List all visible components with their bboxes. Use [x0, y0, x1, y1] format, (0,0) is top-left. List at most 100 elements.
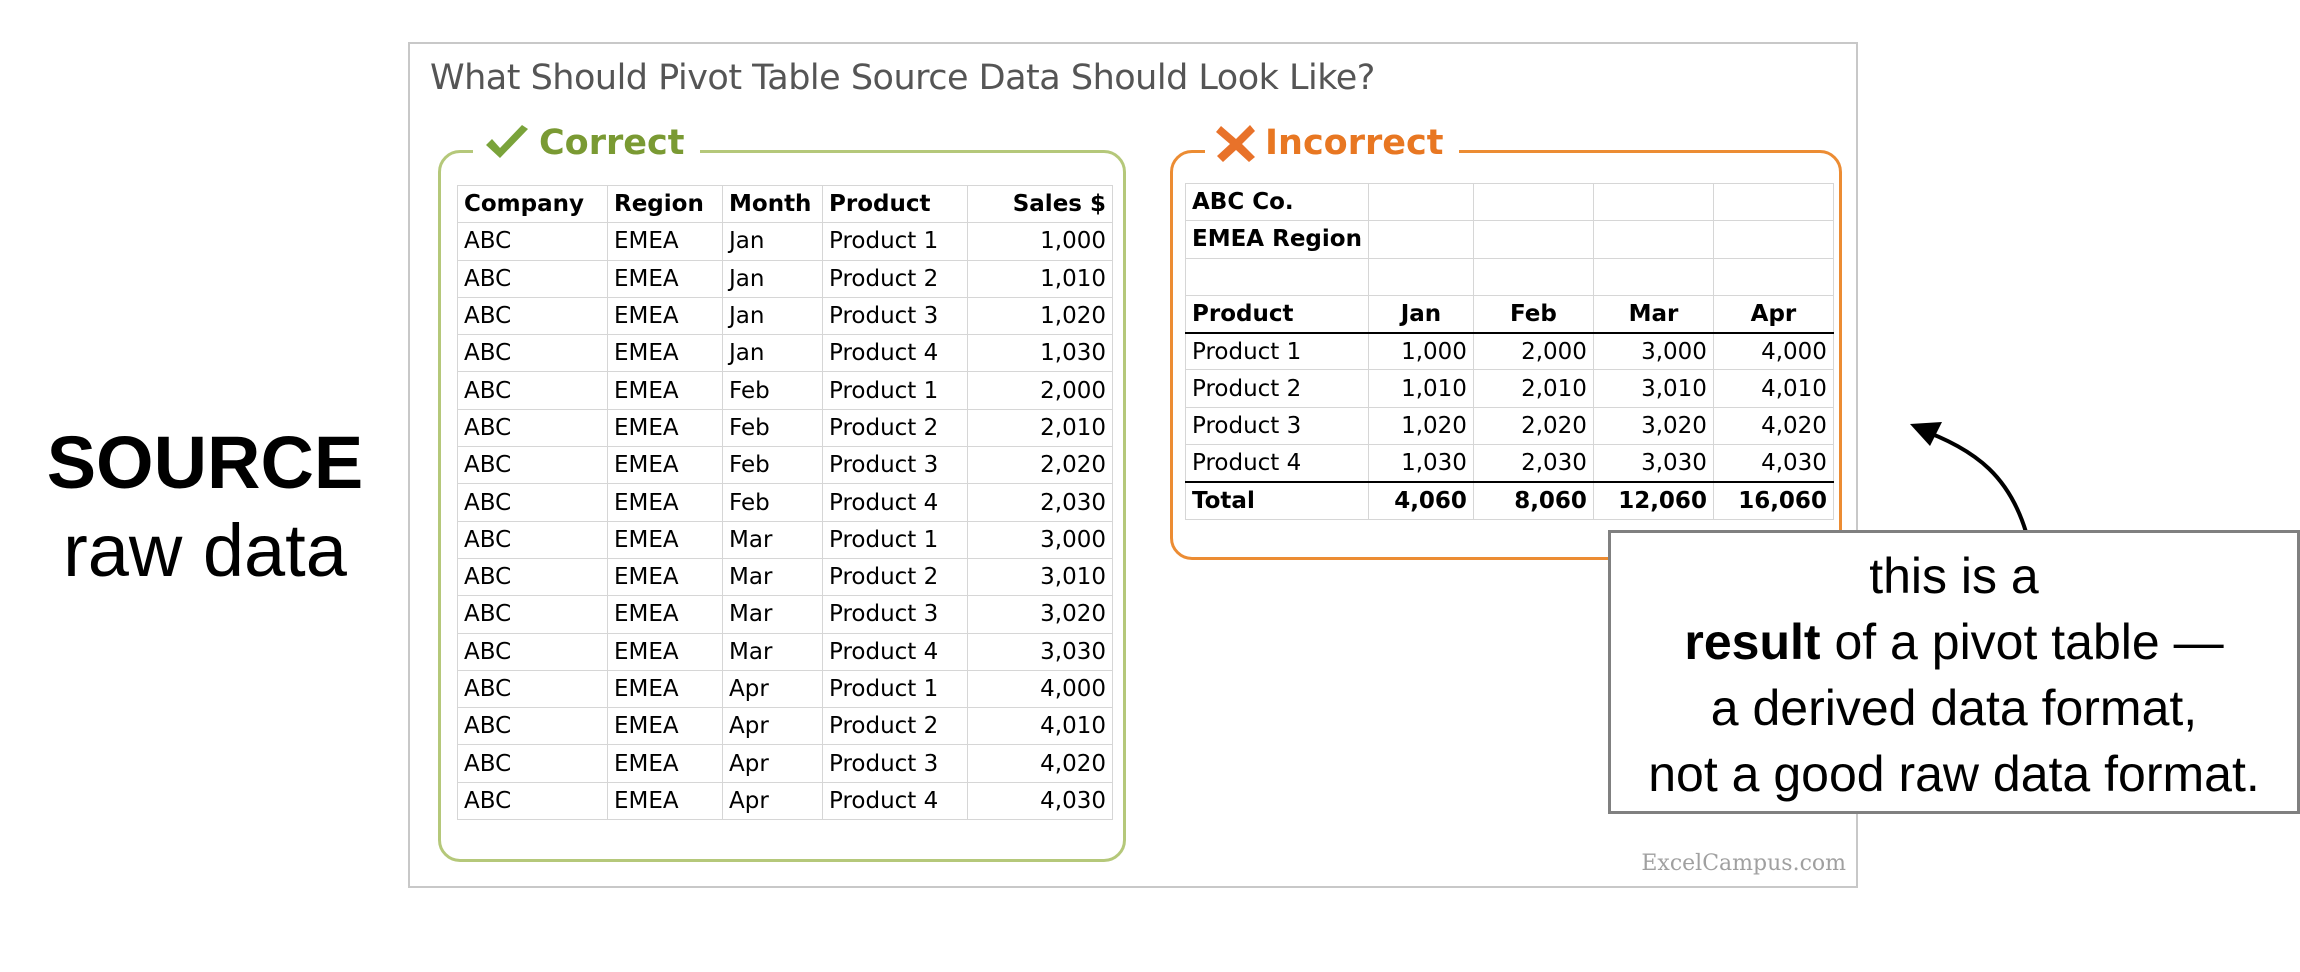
- table-cell: ABC: [457, 446, 608, 485]
- table-cell: Jan: [722, 334, 823, 373]
- column-header: Month: [722, 184, 823, 224]
- column-header: Apr: [1712, 294, 1834, 334]
- table-cell: Product 2: [822, 408, 968, 448]
- table-cell: ABC: [457, 296, 608, 336]
- table-row: ABC EMEA Feb Product 2 2,010: [457, 408, 1113, 448]
- table-cell: Feb: [722, 371, 823, 410]
- table-cell: EMEA: [607, 707, 723, 746]
- table-cell: Product 1: [822, 371, 968, 410]
- table-cell: 2,020: [967, 446, 1113, 485]
- callout-line-4: not a good raw data format.: [1648, 746, 2260, 802]
- table-cell: EMEA: [607, 296, 723, 336]
- table-cell: ABC: [457, 483, 608, 522]
- table-cell: Jan: [722, 222, 823, 261]
- table-cell: ABC: [457, 781, 608, 821]
- callout-line-3: a derived data format,: [1710, 680, 2198, 736]
- table-cell: Product 4: [822, 632, 968, 671]
- table-row: ABC EMEA Feb Product 3 2,020: [457, 446, 1113, 485]
- table-cell: Apr: [722, 707, 823, 746]
- table-row: ABC EMEA Jan Product 2 1,010: [457, 259, 1113, 298]
- table-cell: Mar: [722, 632, 823, 671]
- table-cell: 1,030: [967, 334, 1113, 373]
- table-cell: 2,020: [1472, 406, 1594, 446]
- table-cell: ABC: [457, 334, 608, 373]
- table-cell: ABC: [457, 371, 608, 410]
- table-row: Product 2 1,010 2,010 3,010 4,010: [1185, 369, 1834, 408]
- table-cell: EMEA: [607, 669, 723, 709]
- table-cell: 3,010: [1592, 369, 1714, 408]
- correct-group: Correct Company Region Month Product Sales $…: [438, 123, 1126, 862]
- callout-box: this is a result of a pivot table — a de…: [1608, 530, 2300, 814]
- table-cell: 2,010: [967, 408, 1113, 448]
- table-cell: Product 4: [822, 483, 968, 522]
- table-cell: Product 4: [822, 334, 968, 373]
- watermark: ExcelCampus.com: [1641, 851, 1846, 876]
- table-cell: 4,020: [1712, 406, 1834, 446]
- table-cell: 2,000: [1472, 332, 1594, 371]
- source-data-table: Company Region Month Product Sales $ ABC EMEA…: [457, 184, 1113, 821]
- table-row: ABC EMEA Apr Product 1 4,000: [457, 669, 1113, 709]
- table-row: ABC Co.: [1185, 182, 1834, 222]
- table-cell: 3,000: [1592, 332, 1714, 371]
- column-header: Product: [822, 184, 968, 224]
- table-row: EMEA Region: [1185, 220, 1834, 259]
- table-cell: ABC: [457, 520, 608, 559]
- table-cell: ABC: [457, 669, 608, 709]
- table-cell: 1,020: [967, 296, 1113, 336]
- table-row: ABC EMEA Jan Product 3 1,020: [457, 296, 1113, 336]
- table-cell: Product 1: [822, 222, 968, 261]
- callout-line-2-rest: of a pivot table —: [1820, 614, 2224, 670]
- table-cell: 3,020: [1592, 406, 1714, 446]
- incorrect-label: Incorrect: [1265, 123, 1444, 163]
- checkmark-icon: [483, 123, 531, 163]
- table-cell: Mar: [722, 595, 823, 634]
- table-cell: Product 3: [822, 296, 968, 336]
- total-cell: 4,060: [1367, 480, 1474, 520]
- total-cell: 16,060: [1712, 480, 1834, 520]
- table-cell: Product 3: [822, 446, 968, 485]
- left-label: SOURCE raw data: [0, 420, 410, 596]
- table-cell: ABC: [457, 595, 608, 634]
- table-cell: 2,010: [1472, 369, 1594, 408]
- table-cell: EMEA: [607, 595, 723, 634]
- incorrect-legend: Incorrect: [1205, 123, 1460, 163]
- column-header: Region: [607, 184, 723, 224]
- table-cell: Jan: [722, 259, 823, 298]
- callout-bold-word: result: [1684, 614, 1821, 670]
- column-header: Company: [457, 184, 608, 224]
- table-cell: ABC: [457, 632, 608, 671]
- table-cell: Jan: [722, 296, 823, 336]
- table-cell: Product 2: [822, 557, 968, 597]
- table-row: ABC EMEA Apr Product 2 4,010: [457, 707, 1113, 746]
- table-header-row: Product Jan Feb Mar Apr: [1185, 294, 1834, 334]
- table-cell: 4,020: [967, 744, 1113, 783]
- table-cell: EMEA: [607, 632, 723, 671]
- table-cell: 2,000: [967, 371, 1113, 410]
- correct-legend: Correct: [473, 123, 701, 163]
- table-cell: Product 2: [1185, 369, 1369, 408]
- table-cell: 3,030: [1592, 444, 1714, 483]
- table-cell: EMEA: [607, 259, 723, 298]
- table-cell: 4,010: [1712, 369, 1834, 408]
- table-cell: 2,030: [1472, 444, 1594, 483]
- table-cell: ABC: [457, 259, 608, 298]
- total-cell: Total: [1185, 480, 1369, 520]
- table-cell: 1,000: [967, 222, 1113, 261]
- total-cell: 8,060: [1472, 480, 1594, 520]
- table-cell: 1,030: [1367, 444, 1474, 483]
- company-cell: ABC Co.: [1185, 182, 1369, 222]
- table-cell: Feb: [722, 446, 823, 485]
- table-cell: Feb: [722, 483, 823, 522]
- column-header: Product: [1185, 294, 1369, 334]
- table-cell: Product 3: [1185, 406, 1369, 446]
- table-cell: Product 1: [1185, 332, 1369, 371]
- table-cell: 1,010: [1367, 369, 1474, 408]
- total-row: Total 4,060 8,060 12,060 16,060: [1185, 480, 1834, 520]
- table-row: ABC EMEA Jan Product 4 1,030: [457, 334, 1113, 373]
- table-cell: ABC: [457, 557, 608, 597]
- table-cell: ABC: [457, 408, 608, 448]
- table-cell: 3,020: [967, 595, 1113, 634]
- table-cell: 4,000: [1712, 332, 1834, 371]
- callout-line-2: result of a pivot table —: [1611, 609, 2297, 675]
- table-cell: Product 1: [822, 520, 968, 559]
